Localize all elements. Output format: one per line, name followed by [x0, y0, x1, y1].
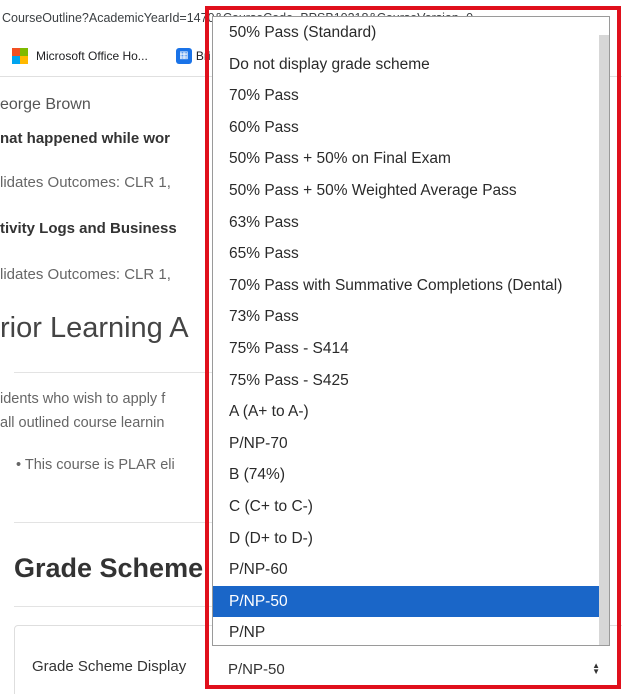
dropdown-option[interactable]: P/NP-50	[213, 585, 609, 618]
paragraph-line: all outlined course learnin	[0, 415, 165, 431]
microsoft-logo-icon	[12, 48, 28, 64]
dropdown-option[interactable]: P/NP-70	[213, 428, 609, 460]
dropdown-option[interactable]: 75% Pass - S414	[213, 333, 609, 365]
dropdown-option[interactable]: 65% Pass	[213, 238, 609, 270]
bookmark-label: Bri	[195, 49, 211, 63]
dropdown-option[interactable]: 73% Pass	[213, 301, 609, 333]
bookmark-second[interactable]: ▦ Bri	[160, 48, 211, 64]
grade-scheme-dropdown-list[interactable]: 50% Pass (Standard) Do not display grade …	[212, 16, 610, 646]
dropdown-option[interactable]: 50% Pass + 50% on Final Exam	[213, 143, 609, 175]
evaluation-item-title: tivity Logs and Business	[0, 220, 177, 237]
bookmark-label: Microsoft Office Ho...	[36, 49, 148, 63]
section-heading-grade-scheme: Grade Scheme	[14, 553, 204, 583]
paragraph-line: idents who wish to apply f	[0, 391, 166, 407]
dropdown-option[interactable]: Do not display grade scheme	[213, 49, 609, 81]
divider	[14, 522, 214, 523]
section-heading-prior-learning: rior Learning A	[0, 312, 189, 344]
bullet-item: • This course is PLAR eli	[16, 457, 175, 473]
dropdown-option[interactable]: B (74%)	[213, 459, 609, 491]
instructor-name: eorge Brown	[0, 96, 91, 113]
dropdown-option[interactable]: 50% Pass + 50% Weighted Average Pass	[213, 175, 609, 207]
scrollbar[interactable]	[599, 35, 609, 645]
evaluation-item-title: nat happened while wor	[0, 130, 171, 147]
grade-scheme-display-label: Grade Scheme Display	[32, 658, 187, 675]
validates-outcomes: lidates Outcomes: CLR 1,	[0, 266, 171, 283]
dropdown-option[interactable]: 70% Pass	[213, 80, 609, 112]
updown-caret-icon: ▲ ▼	[592, 661, 600, 676]
dropdown-option[interactable]: A (A+ to A-)	[213, 396, 609, 428]
dropdown-option[interactable]: 63% Pass	[213, 207, 609, 239]
divider	[14, 606, 214, 607]
bookmark-microsoft-office[interactable]: Microsoft Office Ho...	[12, 48, 148, 64]
validates-outcomes: lidates Outcomes: CLR 1,	[0, 174, 171, 191]
dropdown-option[interactable]: P/NP	[213, 617, 609, 645]
dropdown-option[interactable]: D (D+ to D-)	[213, 523, 609, 555]
grade-scheme-select[interactable]: P/NP-50 ▲ ▼	[212, 652, 608, 686]
dropdown-option[interactable]: 70% Pass with Summative Completions (Den…	[213, 270, 609, 302]
divider	[14, 372, 214, 373]
dropdown-option[interactable]: C (C+ to C-)	[213, 491, 609, 523]
screenshot: CourseOutline?AcademicYearId=1470&Course…	[0, 0, 622, 694]
bookmark-site-icon: ▦	[175, 48, 192, 64]
select-value: P/NP-50	[228, 660, 285, 678]
dropdown-option[interactable]: 75% Pass - S425	[213, 365, 609, 397]
dropdown-option[interactable]: 50% Pass (Standard)	[213, 17, 609, 49]
dropdown-option[interactable]: P/NP-60	[213, 554, 609, 586]
dropdown-option[interactable]: 60% Pass	[213, 112, 609, 144]
